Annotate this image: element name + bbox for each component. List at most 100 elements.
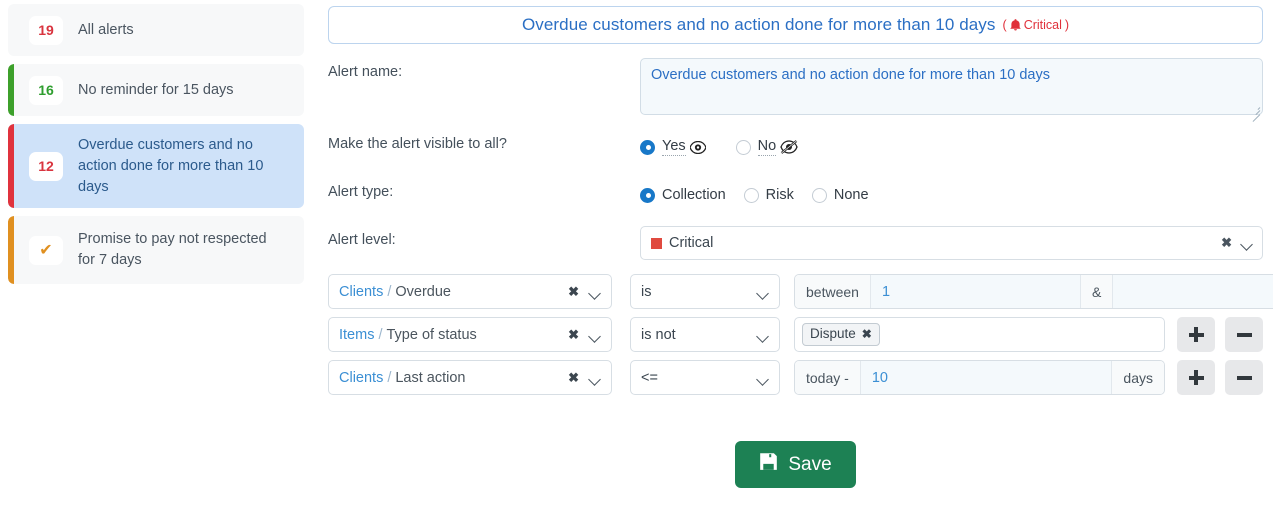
- condition-field-pill[interactable]: Clients / Last action ✖: [328, 360, 612, 395]
- condition-field-entity: Clients: [339, 284, 383, 300]
- relative-date-prefix-label: today -: [795, 361, 861, 394]
- bell-icon: [1010, 19, 1021, 31]
- level-color-swatch: [651, 238, 662, 249]
- between-min-input[interactable]: [871, 275, 1080, 308]
- alert-type-label: Alert type:: [328, 178, 640, 200]
- sidebar-item-overdue-customers[interactable]: 12 Overdue customers and no action done …: [8, 124, 304, 208]
- condition-field-select[interactable]: Items / Type of status ✖: [328, 317, 612, 352]
- alert-type-radio-group: Collection Risk None: [640, 178, 1263, 212]
- badge-wrap: 12: [8, 152, 78, 181]
- chevron-down-icon[interactable]: [758, 327, 769, 343]
- status-badge-label: Critical: [1024, 18, 1062, 32]
- radio-type-risk[interactable]: Risk: [744, 187, 794, 204]
- remove-tag-icon[interactable]: ✖: [862, 326, 872, 342]
- radio-dot[interactable]: [812, 188, 827, 203]
- add-condition-button[interactable]: [1177, 360, 1215, 395]
- alert-check-badge: ✔: [29, 236, 63, 265]
- condition-row: Clients / Overdue ✖ is between &: [328, 274, 1263, 309]
- alert-level-label: Alert level:: [328, 226, 640, 248]
- relative-date-amount-input[interactable]: [861, 361, 1112, 394]
- eye-icon: [690, 141, 706, 154]
- radio-dot[interactable]: [640, 140, 655, 155]
- floppy-disk-icon: [759, 452, 778, 477]
- radio-dot[interactable]: [640, 188, 655, 203]
- remove-condition-button[interactable]: [1225, 317, 1263, 352]
- alert-detail-panel: Overdue customers and no action done for…: [312, 0, 1273, 527]
- save-button-label: Save: [788, 454, 831, 476]
- clear-icon[interactable]: ✖: [568, 327, 579, 343]
- chevron-down-icon[interactable]: [758, 284, 769, 300]
- clear-icon[interactable]: ✖: [1221, 235, 1232, 251]
- condition-operator-pill[interactable]: is not: [630, 317, 780, 352]
- accent-bar: [8, 124, 14, 208]
- between-max-input[interactable]: [1113, 275, 1273, 308]
- condition-field-select[interactable]: Clients / Overdue ✖: [328, 274, 612, 309]
- condition-operator-pill[interactable]: <=: [630, 360, 780, 395]
- alert-level-value: Critical: [669, 235, 713, 251]
- close-paren: ): [1065, 18, 1069, 32]
- sidebar-item-promise-to-pay[interactable]: ✔ Promise to pay not respected for 7 day…: [8, 216, 304, 284]
- condition-field-entity: Items: [339, 327, 374, 343]
- page-title-text: Overdue customers and no action done for…: [522, 15, 996, 35]
- chevron-down-icon[interactable]: [758, 370, 769, 386]
- alert-type-field: Collection Risk None: [640, 178, 1263, 212]
- condition-field-separator: /: [387, 370, 391, 386]
- eye-slash-icon: [780, 140, 798, 154]
- sidebar-item-no-reminder-15-days[interactable]: 16 No reminder for 15 days: [8, 64, 304, 116]
- visible-to-all-label: Make the alert visible to all?: [328, 130, 640, 152]
- alert-count-badge: 12: [29, 152, 63, 181]
- condition-field-separator: /: [387, 284, 391, 300]
- add-condition-button[interactable]: [1177, 317, 1215, 352]
- plus-icon: [1189, 370, 1204, 385]
- alert-name-input[interactable]: [640, 58, 1263, 115]
- chevron-down-icon[interactable]: [590, 370, 601, 386]
- status-badge: ( Critical ): [1003, 18, 1070, 32]
- condition-operator-pill[interactable]: is: [630, 274, 780, 309]
- sidebar-item-label: Promise to pay not respected for 7 days: [78, 229, 278, 271]
- remove-condition-button[interactable]: [1225, 360, 1263, 395]
- condition-operator-select[interactable]: is not: [630, 317, 780, 352]
- sidebar-item-all-alerts[interactable]: 19 All alerts: [8, 4, 304, 56]
- chevron-down-icon[interactable]: [590, 327, 601, 343]
- sidebar-item-label: Overdue customers and no action done for…: [78, 135, 278, 198]
- visible-to-all-field: Yes No: [640, 130, 1263, 164]
- badge-wrap: ✔: [8, 236, 78, 265]
- condition-operator-select[interactable]: <=: [630, 360, 780, 395]
- value-tag[interactable]: Dispute ✖: [802, 323, 880, 346]
- condition-field-attribute: Type of status: [386, 327, 476, 343]
- clear-icon[interactable]: ✖: [568, 370, 579, 386]
- save-button[interactable]: Save: [735, 441, 855, 488]
- badge-wrap: 19: [8, 16, 78, 45]
- alert-level-row: Alert level: Critical ✖: [328, 226, 1263, 260]
- badge-wrap: 16: [8, 76, 78, 105]
- radio-visible-yes[interactable]: Yes: [640, 138, 706, 156]
- radio-dot[interactable]: [744, 188, 759, 203]
- condition-field-pill[interactable]: Items / Type of status ✖: [328, 317, 612, 352]
- chevron-down-icon[interactable]: [1242, 235, 1253, 251]
- radio-visible-no[interactable]: No: [736, 138, 799, 156]
- condition-row-buttons: [1177, 360, 1263, 395]
- condition-operator-select[interactable]: is: [630, 274, 780, 309]
- radio-type-none[interactable]: None: [812, 187, 869, 204]
- value-tag-label: Dispute: [810, 326, 856, 342]
- radio-visible-yes-label: Yes: [662, 138, 686, 156]
- condition-field-pill[interactable]: Clients / Overdue ✖: [328, 274, 612, 309]
- chevron-down-icon[interactable]: [590, 284, 601, 300]
- clear-icon[interactable]: ✖: [568, 284, 579, 300]
- condition-field-separator: /: [378, 327, 382, 343]
- minus-icon: [1237, 333, 1252, 337]
- accent-bar: [8, 64, 14, 116]
- radio-type-collection[interactable]: Collection: [640, 187, 726, 204]
- alert-level-select[interactable]: Critical ✖: [640, 226, 1263, 260]
- condition-value-group: between & $: [794, 274, 1273, 309]
- accent-bar: [8, 216, 14, 284]
- tag-input[interactable]: Dispute ✖: [794, 317, 1165, 352]
- alert-level-field: Critical ✖: [640, 226, 1263, 260]
- condition-row: Clients / Last action ✖ <= today - days: [328, 360, 1263, 395]
- between-prefix-label: between: [795, 275, 871, 308]
- radio-dot[interactable]: [736, 140, 751, 155]
- radio-type-risk-label: Risk: [766, 187, 794, 204]
- condition-row: Items / Type of status ✖ is not Dispute: [328, 317, 1263, 352]
- condition-field-select[interactable]: Clients / Last action ✖: [328, 360, 612, 395]
- alert-name-row: Alert name:: [328, 58, 1263, 120]
